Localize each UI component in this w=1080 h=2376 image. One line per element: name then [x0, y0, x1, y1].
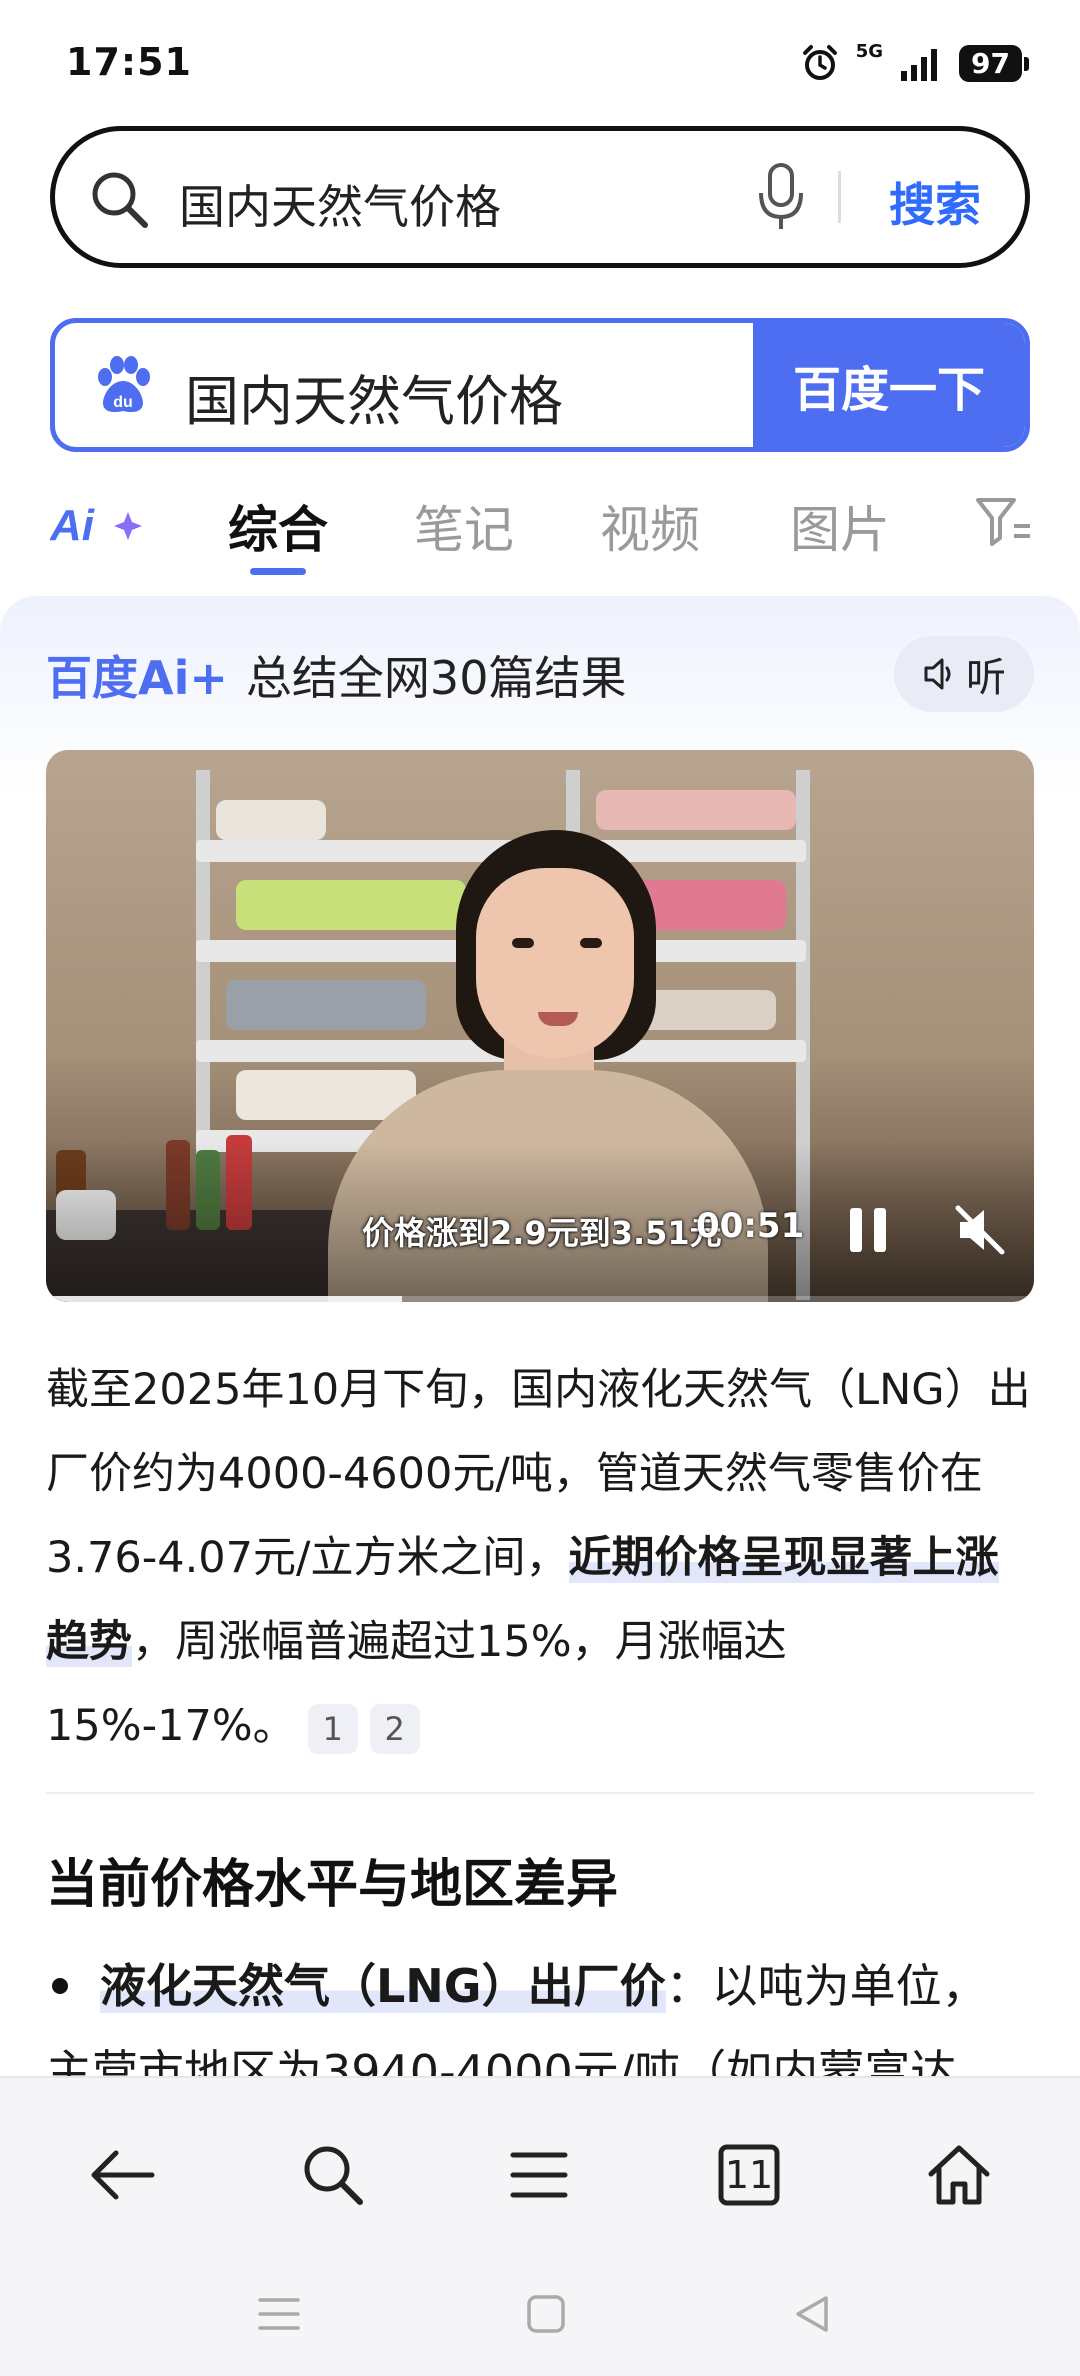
tab-ai[interactable]: Ai: [50, 498, 146, 548]
home-nav-icon[interactable]: [526, 2294, 566, 2334]
toolbar-search-button[interactable]: [288, 2130, 378, 2220]
search-divider: [838, 171, 841, 223]
video-progress-fill: [46, 1296, 402, 1302]
battery-icon: 97: [959, 44, 1029, 82]
microphone-icon[interactable]: [755, 161, 807, 233]
svg-text:du: du: [113, 394, 133, 411]
search-icon: [304, 2146, 363, 2205]
alarm-icon: [802, 45, 837, 80]
menu-button[interactable]: [494, 2130, 584, 2220]
video-subtitle: 价格涨到2.9元到3.51元: [362, 1214, 722, 1252]
status-bar: 17:51 5G 97: [0, 0, 1080, 120]
signal-icon: [901, 49, 938, 81]
tab-notes[interactable]: 笔记: [414, 490, 514, 562]
ai-summary-label: 总结全网30篇结果: [245, 651, 627, 705]
baidu-submit-button[interactable]: 百度一下: [753, 323, 1025, 447]
citation-2[interactable]: 2: [369, 1703, 420, 1754]
ai-brand: 百度Ai+: [46, 651, 228, 705]
tabs-button[interactable]: 11: [704, 2130, 794, 2220]
video-time: 00:51: [696, 1206, 805, 1246]
tab-count: 11: [724, 2153, 774, 2197]
bullet-text: ：以吨为单位，: [665, 1959, 988, 2013]
search-icon: [92, 172, 148, 228]
video-person-face: [476, 868, 634, 1058]
home-icon: [928, 2145, 990, 2205]
bullet-label: 液化天然气（LNG）出厂价: [100, 1959, 666, 2013]
ai-tab-text: Ai: [50, 501, 95, 548]
result-tabs: Ai 综合 笔记 视频 图片: [0, 470, 1080, 580]
browser-search-query[interactable]: 国内天然气价格: [179, 171, 501, 237]
ai-summary-card: 百度Ai+ 总结全网30篇结果 听 价格涨到2.9元到3.51元 00:51 截…: [0, 596, 1080, 2099]
video-person-eye: [512, 938, 534, 948]
baidu-search-input[interactable]: 国内天然气价格: [185, 357, 563, 436]
status-time: 17:51: [66, 40, 192, 84]
tab-active-indicator: [250, 568, 306, 575]
listen-label: 听: [966, 655, 1006, 701]
browser-search-bar[interactable]: 国内天然气价格 搜索: [50, 126, 1030, 268]
status-icons: 5G 97: [800, 40, 1029, 86]
back-nav-icon[interactable]: [792, 2294, 832, 2334]
baidu-search-box[interactable]: du 国内天然气价格 百度一下: [50, 318, 1030, 452]
tab-videos[interactable]: 视频: [600, 490, 700, 562]
bullet-item: 液化天然气（LNG）出厂价：以吨为单位，: [46, 1950, 988, 2016]
home-button[interactable]: [914, 2130, 1004, 2220]
mute-icon[interactable]: [952, 1202, 1008, 1258]
bottom-toolbar: 11: [0, 2076, 1080, 2376]
search-button[interactable]: 搜索: [889, 169, 981, 235]
citation-1[interactable]: 1: [307, 1703, 358, 1754]
baidu-paw-icon: du: [98, 356, 150, 413]
recent-apps-icon[interactable]: [256, 2294, 302, 2334]
listen-button[interactable]: 听: [894, 636, 1034, 712]
tab-images[interactable]: 图片: [790, 490, 890, 562]
video-person-eye: [580, 938, 602, 948]
tab-zonghe[interactable]: 综合: [228, 490, 328, 562]
ai-answer-text: 截至2025年10月下旬，国内液化天然气（LNG）出厂价约为4000-4600元…: [46, 1348, 1036, 1768]
section-title: 当前价格水平与地区差异: [46, 1855, 619, 1915]
speaker-icon: [924, 658, 951, 690]
network-label: 5G: [855, 40, 884, 62]
filter-icon[interactable]: [974, 494, 1034, 550]
video-player[interactable]: 价格涨到2.9元到3.51元 00:51: [46, 750, 1034, 1302]
bullet-dot: [52, 1977, 68, 1994]
menu-icon: [510, 2152, 568, 2198]
ai-card-header: 百度Ai+ 总结全网30篇结果: [46, 642, 626, 708]
back-button[interactable]: [78, 2130, 168, 2220]
section-divider: [46, 1792, 1034, 1794]
back-arrow-icon: [91, 2150, 155, 2200]
pause-icon[interactable]: [844, 1202, 894, 1258]
